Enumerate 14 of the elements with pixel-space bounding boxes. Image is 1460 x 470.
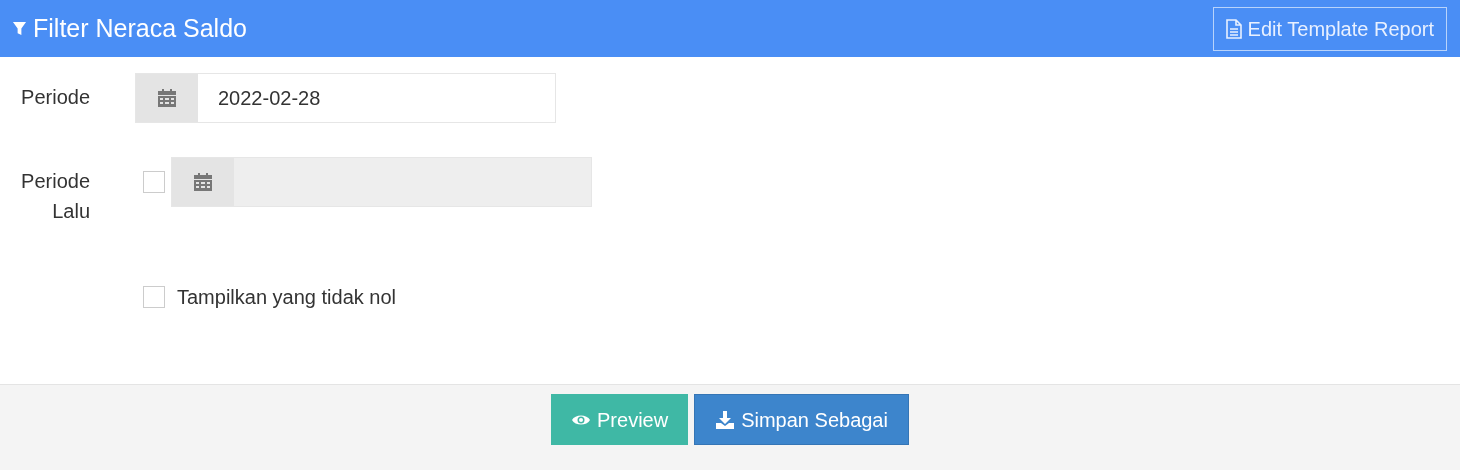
- filter-icon: [12, 21, 27, 36]
- calendar-icon: [157, 88, 177, 108]
- option-label: Tampilkan yang tidak nol: [177, 285, 396, 310]
- download-icon: [715, 410, 736, 429]
- panel-title: Filter Neraca Saldo: [33, 12, 247, 44]
- field-label: Periode: [20, 85, 90, 110]
- date-field[interactable]: 2022-02-28: [135, 73, 556, 123]
- document-icon: [1225, 18, 1242, 39]
- save-as-button[interactable]: Simpan Sebagai: [694, 394, 909, 445]
- calendar-icon: [193, 172, 213, 192]
- edit-template-button[interactable]: Edit Template Report: [1212, 6, 1447, 51]
- preview-button[interactable]: Preview: [551, 394, 689, 445]
- checkbox[interactable]: [143, 286, 165, 308]
- field-label: Periode Lalu: [20, 169, 90, 224]
